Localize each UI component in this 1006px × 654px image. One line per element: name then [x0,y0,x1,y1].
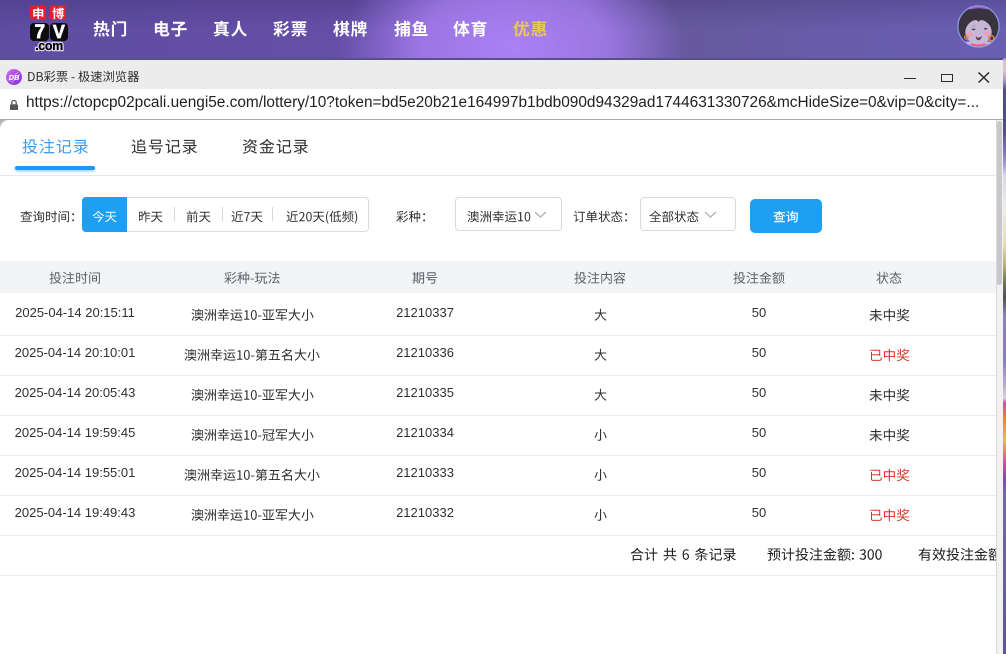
svg-text:.com: .com [35,40,63,52]
svg-text:DB: DB [9,73,20,82]
